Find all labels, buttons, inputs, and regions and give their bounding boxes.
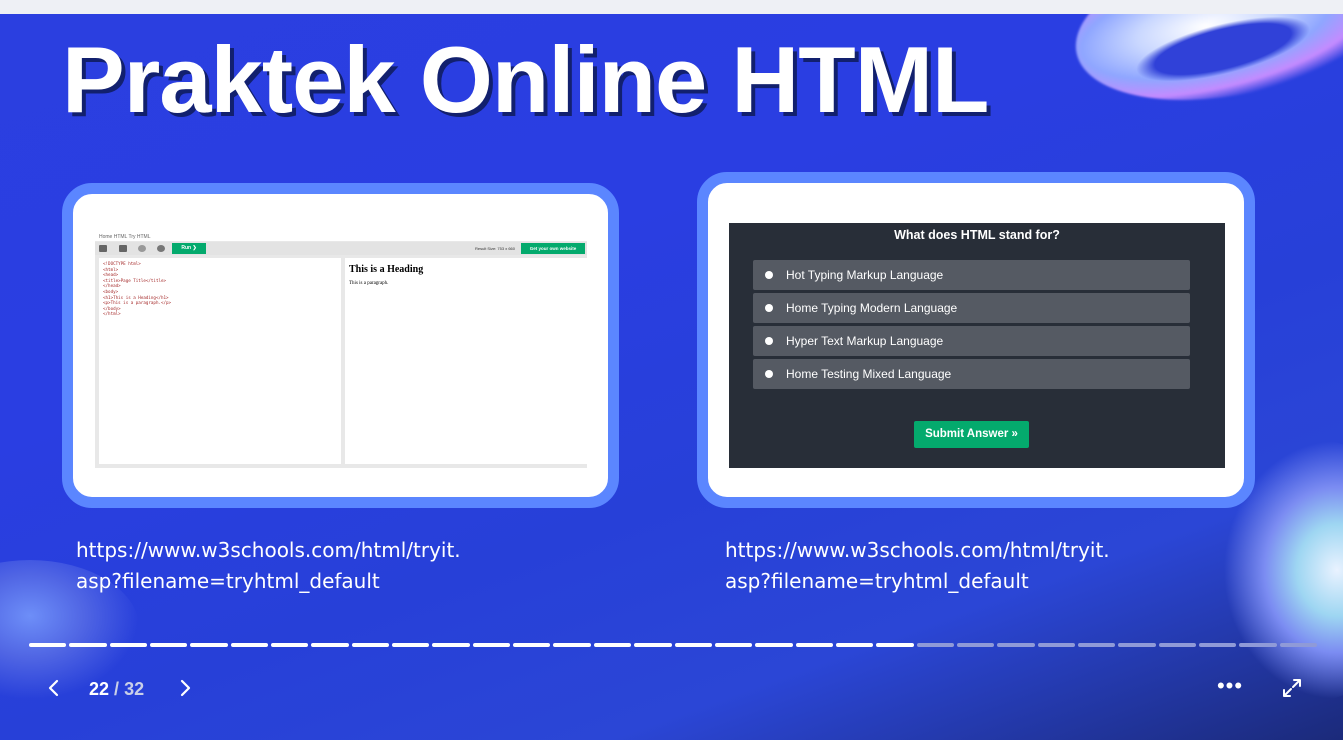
progress-segment[interactable] [351, 643, 390, 647]
quiz-option-label: Hyper Text Markup Language [786, 334, 944, 348]
quiz-option: Hyper Text Markup Language [753, 326, 1190, 356]
quiz-screenshot-card: What does HTML stand for? Hot Typing Mar… [697, 172, 1255, 508]
progress-segment[interactable] [432, 643, 470, 647]
current-page: 22 [89, 679, 110, 699]
progress-segment[interactable] [835, 643, 874, 647]
quiz-option-label: Home Typing Modern Language [786, 301, 958, 315]
progress-segment[interactable] [634, 643, 672, 647]
radio-icon [765, 370, 773, 378]
quiz-screenshot: What does HTML stand for? Hot Typing Mar… [729, 223, 1225, 468]
progress-segment[interactable] [593, 643, 632, 647]
progress-segment[interactable] [916, 643, 954, 647]
progress-segment[interactable] [29, 643, 67, 647]
expand-icon [1283, 679, 1301, 697]
slide-title: Praktek Online HTML [62, 27, 989, 132]
menu-icon [99, 245, 107, 252]
chevron-left-icon [48, 679, 59, 697]
get-own-website-button: Get your own website [521, 243, 585, 254]
result-size-label: Result Size: 753 x 660 [474, 246, 515, 251]
chevron-right-icon [180, 679, 191, 697]
total-pages: 32 [124, 679, 145, 699]
progress-segment[interactable] [392, 643, 430, 647]
quiz-option-label: Hot Typing Markup Language [786, 268, 944, 282]
more-options-button[interactable]: ••• [1216, 675, 1244, 698]
run-button: Run ❯ [172, 243, 206, 254]
progress-segment[interactable] [230, 643, 269, 647]
radio-icon [765, 304, 773, 312]
page-counter: 22 / 32 [89, 679, 144, 700]
progress-segment[interactable] [311, 643, 349, 647]
left-url-text: https://www.w3schools.com/html/tryit. as… [76, 538, 461, 593]
progress-segment[interactable] [997, 643, 1035, 647]
progress-segment[interactable] [956, 643, 995, 647]
progress-segment[interactable] [513, 643, 551, 647]
progress-segment[interactable] [795, 643, 833, 647]
page-separator: / [114, 679, 120, 699]
progress-segment[interactable] [714, 643, 753, 647]
next-slide-button[interactable] [173, 676, 197, 700]
progress-segment[interactable] [1158, 643, 1196, 647]
quiz-option-label: Home Testing Mixed Language [786, 367, 952, 381]
quiz-question: What does HTML stand for? [894, 228, 1060, 242]
result-heading: This is a Heading [349, 264, 424, 275]
progress-segment[interactable] [190, 643, 228, 647]
save-icon [119, 245, 127, 252]
fullscreen-button[interactable] [1280, 676, 1304, 700]
progress-segment[interactable] [876, 643, 914, 647]
right-url-text: https://www.w3schools.com/html/tryit. as… [725, 538, 1110, 593]
progress-segment[interactable] [150, 643, 188, 647]
progress-segment[interactable] [674, 643, 712, 647]
result-pane: This is a Heading This is a paragraph. [345, 258, 587, 464]
radio-icon [765, 271, 773, 279]
quiz-option: Home Typing Modern Language [753, 293, 1190, 323]
progress-segment[interactable] [472, 643, 511, 647]
progress-segment[interactable] [755, 643, 793, 647]
tryit-screenshot-card: Home HTML Try HTML Run ❯ Result Size: 75… [62, 183, 619, 508]
more-icon: ••• [1216, 673, 1244, 698]
previous-slide-button[interactable] [42, 676, 66, 700]
progress-segment[interactable] [109, 643, 148, 647]
code-editor-pane: <!DOCTYPE html> <html> <head> <title>Pag… [99, 258, 341, 464]
quiz-option: Hot Typing Markup Language [753, 260, 1190, 290]
progress-segment[interactable] [1279, 643, 1317, 647]
submit-answer-button: Submit Answer » [914, 421, 1029, 448]
tryit-breadcrumb: Home HTML Try HTML [95, 232, 587, 241]
progress-segment[interactable] [271, 643, 309, 647]
radio-icon [765, 337, 773, 345]
progress-segment[interactable] [1077, 643, 1116, 647]
progress-segment[interactable] [1118, 643, 1156, 647]
result-paragraph: This is a paragraph. [349, 281, 389, 286]
progress-segment[interactable] [69, 643, 107, 647]
tryit-toolbar: Run ❯ Result Size: 753 x 660 Get your ow… [95, 242, 587, 255]
progress-segment[interactable] [1037, 643, 1075, 647]
theme-toggle-icon [157, 245, 165, 252]
rotate-icon [138, 245, 146, 252]
progress-segment[interactable] [1198, 643, 1237, 647]
progress-segment[interactable] [1239, 643, 1277, 647]
tryit-editor-screenshot: Home HTML Try HTML Run ❯ Result Size: 75… [95, 232, 587, 468]
quiz-option: Home Testing Mixed Language [753, 359, 1190, 389]
progress-segment[interactable] [553, 643, 591, 647]
code-line: </html> [103, 311, 121, 317]
slide-progress-bar[interactable] [29, 643, 1317, 648]
